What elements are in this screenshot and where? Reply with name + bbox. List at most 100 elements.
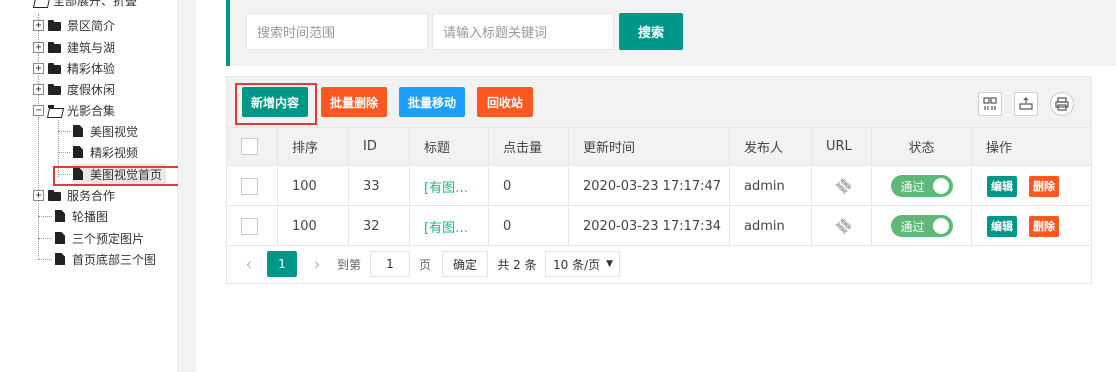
header-id[interactable]: ID <box>348 128 409 165</box>
tree-node-scenic-intro[interactable]: + 景区简介 <box>33 15 115 35</box>
cell-author: admin <box>729 207 811 245</box>
goto-confirm-button[interactable]: 确定 <box>442 251 488 277</box>
tree-node-label[interactable]: 精彩视频 <box>90 144 138 161</box>
pagination: ‹ 1 › 到第 1 页 确定 共 2 条 10 条/页 ▼ <box>227 245 1091 283</box>
header-checkbox-cell[interactable] <box>227 128 277 165</box>
cell-actions: 编辑 删除 <box>971 167 1091 205</box>
expand-collapse-all[interactable]: 全部展开、折叠 <box>53 0 137 9</box>
export-icon[interactable] <box>1014 92 1038 116</box>
tree-node-video[interactable]: 精彩视频 <box>73 142 138 162</box>
folder-open-icon <box>48 104 62 116</box>
time-range-input[interactable]: 搜索时间范围 <box>246 13 428 50</box>
tree-node-label[interactable]: 轮播图 <box>72 208 108 225</box>
tree-node-architecture[interactable]: + 建筑与湖 <box>33 37 115 57</box>
header-sort[interactable]: 排序 <box>277 128 348 165</box>
row-checkbox[interactable] <box>241 217 258 235</box>
folder-icon <box>48 83 62 95</box>
search-bar: 搜索时间范围 请输入标题关键词 搜索 <box>226 0 1116 66</box>
next-page-button[interactable]: › <box>307 251 327 277</box>
tree-node-label[interactable]: 度假休闲 <box>67 81 115 98</box>
expand-icon[interactable]: + <box>33 19 44 31</box>
table-row[interactable]: 100 33 [有图… 0 2020-03-23 17:17:47 admin … <box>227 167 1091 206</box>
search-button[interactable]: 搜索 <box>619 13 683 50</box>
cell-status[interactable]: 通过 <box>871 167 971 205</box>
tree-node-carousel[interactable]: 轮播图 <box>55 206 108 226</box>
expand-icon[interactable]: + <box>33 189 44 201</box>
link-icon[interactable]: ⛓ <box>833 175 855 197</box>
columns-filter-icon[interactable] <box>978 92 1002 116</box>
highlight-box <box>235 83 317 125</box>
cell-title-link[interactable]: [有图… <box>409 167 488 205</box>
highlight-box <box>53 166 183 186</box>
expand-icon[interactable]: + <box>33 83 44 95</box>
cell-url[interactable]: ⛓ <box>811 167 871 205</box>
tree-node-service[interactable]: + 服务合作 <box>33 185 115 205</box>
tree-node-booking-images[interactable]: 三个预定图片 <box>55 228 144 248</box>
cell-status[interactable]: 通过 <box>871 207 971 245</box>
sidebar-splitter <box>178 0 196 372</box>
header-clicks[interactable]: 点击量 <box>488 128 568 165</box>
tree-line <box>58 152 70 153</box>
folder-icon <box>48 19 62 31</box>
batch-move-button[interactable]: 批量移动 <box>399 87 465 117</box>
row-checkbox[interactable] <box>241 177 258 195</box>
goto-label: 到第 <box>336 257 361 272</box>
tree-node-label[interactable]: 美图视觉 <box>90 123 138 140</box>
sidebar: 全部展开、折叠 + 景区简介 + 建筑与湖 + 精彩体验 + 度假休闲 − 光影… <box>0 0 183 372</box>
recycle-bin-button[interactable]: 回收站 <box>477 87 533 117</box>
link-icon[interactable]: ⛓ <box>833 215 855 237</box>
prev-page-button[interactable]: ‹ <box>239 251 259 277</box>
tree-node-label[interactable]: 光影合集 <box>67 102 115 119</box>
select-all-checkbox[interactable] <box>241 138 258 155</box>
row-checkbox-cell[interactable] <box>227 167 277 205</box>
folder-open-icon <box>34 0 48 6</box>
tree-root[interactable]: 全部展开、折叠 <box>34 0 137 8</box>
batch-delete-button[interactable]: 批量删除 <box>321 87 387 117</box>
print-icon[interactable] <box>1050 92 1074 116</box>
tree-node-label[interactable]: 首页底部三个图 <box>72 251 156 268</box>
header-url[interactable]: URL <box>811 128 871 165</box>
tree-node-label[interactable]: 精彩体验 <box>67 60 115 77</box>
delete-button[interactable]: 删除 <box>1029 215 1059 237</box>
tree-node-label[interactable]: 景区简介 <box>67 17 115 34</box>
keyword-input[interactable]: 请输入标题关键词 <box>432 13 614 50</box>
header-status[interactable]: 状态 <box>871 128 971 165</box>
cell-id: 32 <box>348 207 409 245</box>
tree-node-gallery[interactable]: − 光影合集 <box>33 100 115 120</box>
status-toggle[interactable]: 通过 <box>890 215 953 237</box>
header-title[interactable]: 标题 <box>409 128 488 165</box>
dropdown-arrow-icon: ▼ <box>606 259 614 269</box>
edit-button[interactable]: 编辑 <box>987 215 1017 237</box>
goto-page-input[interactable]: 1 <box>370 251 410 277</box>
delete-button[interactable]: 删除 <box>1029 175 1059 197</box>
row-checkbox-cell[interactable] <box>227 207 277 245</box>
tree-node-label[interactable]: 三个预定图片 <box>72 230 144 247</box>
status-toggle[interactable]: 通过 <box>890 175 953 197</box>
cell-updated: 2020-03-23 17:17:34 <box>568 207 729 245</box>
cell-title-link[interactable]: [有图… <box>409 207 488 245</box>
cell-clicks: 0 <box>488 207 568 245</box>
file-icon <box>55 232 65 244</box>
file-icon <box>73 125 83 137</box>
file-icon <box>73 146 83 158</box>
tree-node-footer-images[interactable]: 首页底部三个图 <box>55 249 156 269</box>
edit-button[interactable]: 编辑 <box>987 175 1017 197</box>
folder-icon <box>48 62 62 74</box>
expand-icon[interactable]: + <box>33 41 44 53</box>
table-row[interactable]: 100 32 [有图… 0 2020-03-23 17:17:34 admin … <box>227 207 1091 246</box>
tree-node-experience[interactable]: + 精彩体验 <box>33 58 115 78</box>
tree-node-label[interactable]: 建筑与湖 <box>67 39 115 56</box>
cell-actions: 编辑 删除 <box>971 207 1091 245</box>
expand-icon[interactable]: + <box>33 62 44 74</box>
header-updated[interactable]: 更新时间 <box>568 128 729 165</box>
header-author[interactable]: 发布人 <box>729 128 811 165</box>
total-count: 共 2 条 <box>497 257 537 272</box>
tree-node-beauty-visual[interactable]: 美图视觉 <box>73 121 138 141</box>
tree-node-vacation[interactable]: + 度假休闲 <box>33 79 115 99</box>
tree-node-label[interactable]: 服务合作 <box>67 187 115 204</box>
tree-line <box>38 259 52 260</box>
cell-url[interactable]: ⛓ <box>811 207 871 245</box>
collapse-icon[interactable]: − <box>33 104 44 116</box>
page-size-select[interactable]: 10 条/页 ▼ <box>545 251 620 277</box>
current-page-button[interactable]: 1 <box>267 251 297 277</box>
